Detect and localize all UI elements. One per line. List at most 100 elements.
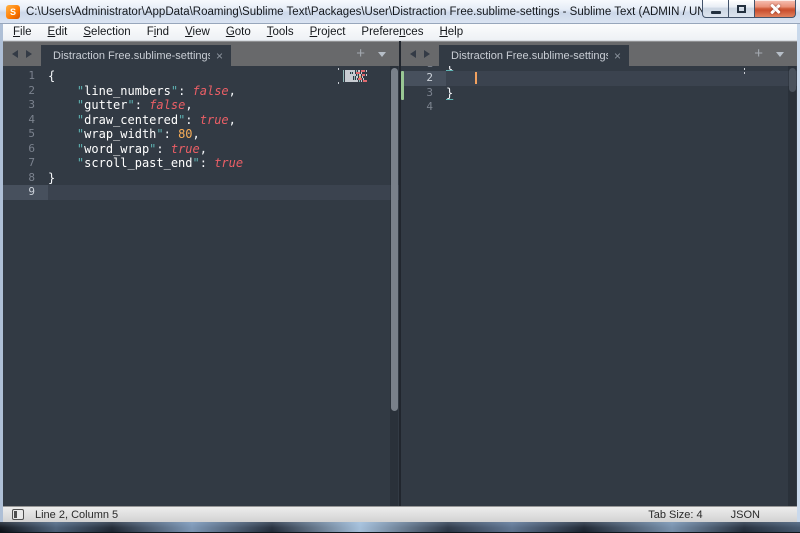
code-line: 2 <box>401 71 797 86</box>
line-number[interactable]: 4 <box>3 113 48 128</box>
close-icon <box>769 4 781 14</box>
code-token: false <box>193 84 229 98</box>
minimap[interactable] <box>338 68 368 86</box>
menu-view[interactable]: View <box>177 26 218 38</box>
line-content[interactable]: "line_numbers": false, <box>48 84 236 99</box>
code-line: 9 <box>3 185 399 200</box>
code-token: 80 <box>178 127 192 141</box>
title-bar[interactable]: S C:\Users\Administrator\AppData\Roaming… <box>0 0 800 24</box>
vertical-scrollbar[interactable] <box>788 66 796 506</box>
tab-distraction-free-settings[interactable]: Distraction Free.sublime-settings × <box>439 45 629 66</box>
code-token <box>48 142 77 156</box>
tab-label: Distraction Free.sublime-settings <box>451 50 608 62</box>
code-token: , <box>229 84 236 98</box>
status-bar: Line 2, Column 5 Tab Size: 4 JSON <box>3 506 797 522</box>
code-editor[interactable]: 1{2 "line_numbers": false,3 "gutter": fa… <box>3 66 399 506</box>
code-token: " <box>128 98 135 112</box>
line-content[interactable]: "wrap_width": 80, <box>48 127 200 142</box>
tab-scroll-left-button[interactable] <box>410 50 416 58</box>
line-number[interactable]: 5 <box>3 127 48 142</box>
line-number[interactable]: 3 <box>401 86 446 101</box>
line-content[interactable] <box>446 71 477 86</box>
tab-distraction-free-settings[interactable]: Distraction Free.sublime-settings × <box>41 45 231 66</box>
caret-position-status[interactable]: Line 2, Column 5 <box>35 509 118 521</box>
menu-preferences[interactable]: Preferences <box>353 26 431 38</box>
maximize-button[interactable] <box>728 0 755 18</box>
code-token: wrap_width <box>84 127 156 141</box>
line-number[interactable]: 7 <box>3 156 48 171</box>
line-number[interactable]: 2 <box>401 71 446 86</box>
menu-help[interactable]: Help <box>431 26 471 38</box>
code-token: , <box>229 113 236 127</box>
code-token <box>48 156 77 170</box>
code-token <box>446 71 475 85</box>
code-token: draw_centered <box>84 113 178 127</box>
code-lines: 1{2 "line_numbers": false,3 "gutter": fa… <box>3 69 399 200</box>
code-token: true <box>214 156 243 170</box>
workspace: Distraction Free.sublime-settings × +1{2 "… <box>3 41 797 506</box>
tab-size-status[interactable]: Tab Size: 4 <box>648 509 702 521</box>
tab-overflow-button[interactable] <box>776 52 784 57</box>
menu-edit[interactable]: Edit <box>40 26 76 38</box>
vertical-scrollbar[interactable] <box>390 66 398 506</box>
code-token: : <box>185 113 199 127</box>
menu-selection[interactable]: Selection <box>75 26 138 38</box>
scrollbar-thumb[interactable] <box>789 68 796 92</box>
line-number[interactable]: 6 <box>3 142 48 157</box>
scrollbar-thumb[interactable] <box>391 68 398 411</box>
code-token: , <box>200 142 207 156</box>
line-number[interactable]: 9 <box>3 185 48 200</box>
tab-overflow-button[interactable] <box>378 52 386 57</box>
tab-scroll-left-button[interactable] <box>12 50 18 58</box>
code-token <box>48 113 77 127</box>
code-token: line_numbers <box>84 84 171 98</box>
tab-scroll-right-button[interactable] <box>424 50 430 58</box>
menu-bar: FileEditSelectionFindViewGotoToolsProjec… <box>3 24 797 41</box>
menu-file[interactable]: File <box>5 26 40 38</box>
code-editor[interactable]: 1{2 3}4 <box>401 66 797 506</box>
menu-goto[interactable]: Goto <box>218 26 259 38</box>
line-content[interactable]: "draw_centered": true, <box>48 113 236 128</box>
status-right-group: Tab Size: 4 JSON <box>648 509 760 521</box>
tab-close-icon[interactable]: × <box>614 50 621 62</box>
tab-scroll-arrows <box>401 42 439 66</box>
new-tab-button[interactable]: + <box>754 46 763 61</box>
minimap[interactable] <box>744 68 748 76</box>
line-content[interactable]: { <box>48 69 55 84</box>
code-token <box>48 84 77 98</box>
line-number[interactable]: 1 <box>3 69 48 84</box>
sublime-logo-icon: S <box>6 5 20 19</box>
code-token: true <box>171 142 200 156</box>
code-token: " <box>193 156 200 170</box>
panel-toggle-icon[interactable] <box>12 509 24 520</box>
code-token: gutter <box>84 98 127 112</box>
code-token: true <box>200 113 229 127</box>
menu-tools[interactable]: Tools <box>259 26 302 38</box>
tab-label: Distraction Free.sublime-settings <box>53 50 210 62</box>
line-content[interactable]: "scroll_past_end": true <box>48 156 243 171</box>
line-content[interactable]: } <box>48 171 55 186</box>
line-number[interactable]: 3 <box>3 98 48 113</box>
line-number[interactable]: 4 <box>401 100 446 115</box>
close-button[interactable] <box>754 0 796 18</box>
code-line: 6 "word_wrap": true, <box>3 142 399 157</box>
line-content[interactable]: "word_wrap": true, <box>48 142 207 157</box>
line-number[interactable]: 2 <box>3 84 48 99</box>
menu-project[interactable]: Project <box>302 26 354 38</box>
syntax-status[interactable]: JSON <box>731 509 760 521</box>
code-token: false <box>149 98 185 112</box>
code-line: 3} <box>401 86 797 101</box>
line-content[interactable]: } <box>446 86 453 101</box>
code-token: : <box>135 98 149 112</box>
code-token: { <box>48 69 55 83</box>
code-token <box>48 98 77 112</box>
code-line: 8} <box>3 171 399 186</box>
line-content[interactable]: "gutter": false, <box>48 98 193 113</box>
tab-close-icon[interactable]: × <box>216 50 223 62</box>
line-number[interactable]: 8 <box>3 171 48 186</box>
new-tab-button[interactable]: + <box>356 46 365 61</box>
minimize-button[interactable] <box>702 0 729 18</box>
code-line: 5 "wrap_width": 80, <box>3 127 399 142</box>
tab-scroll-right-button[interactable] <box>26 50 32 58</box>
menu-find[interactable]: Find <box>139 26 177 38</box>
